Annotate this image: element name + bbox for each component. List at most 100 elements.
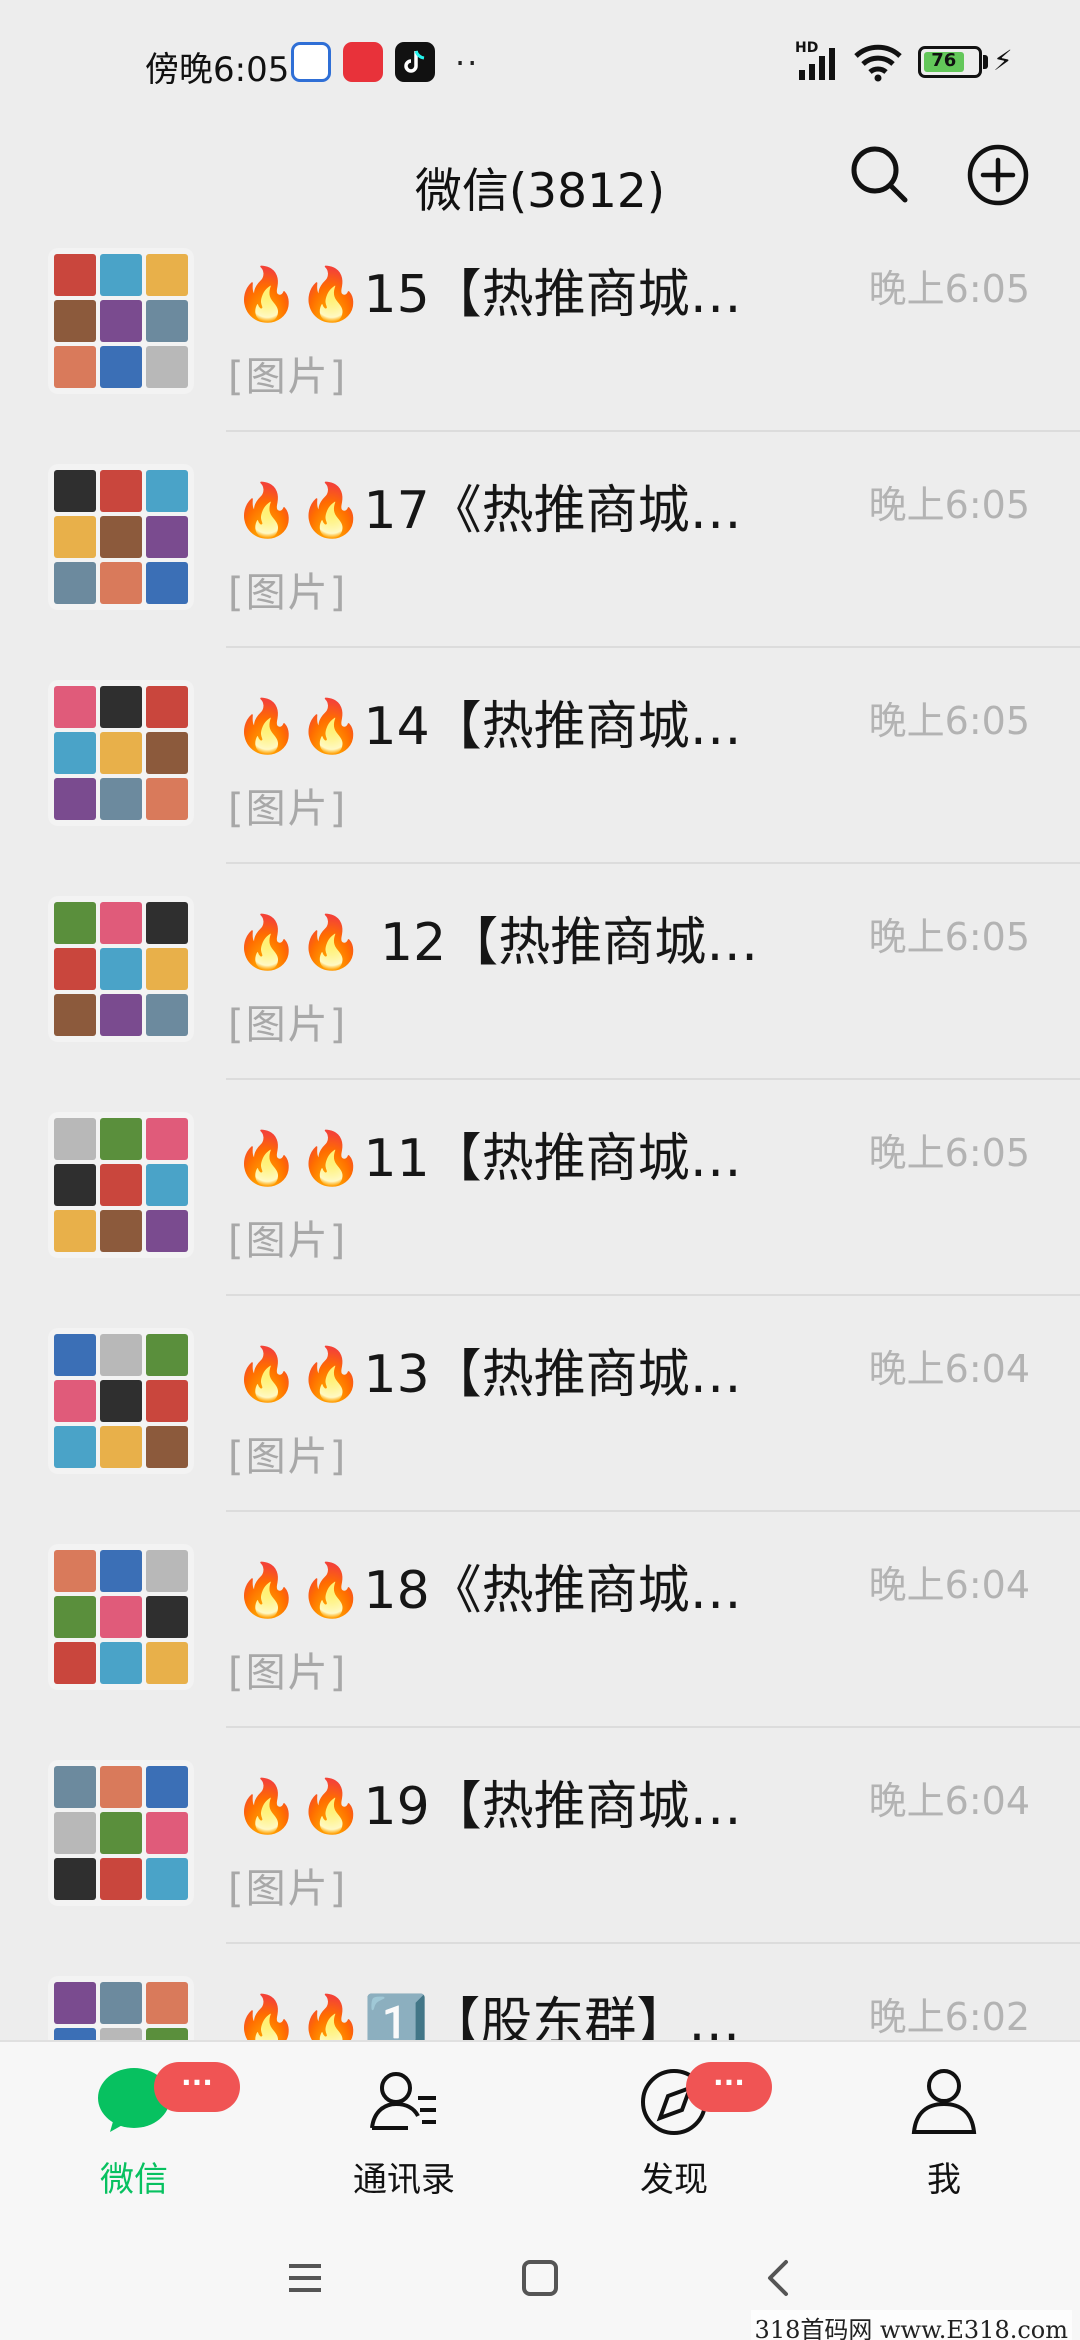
chat-time: 晚上6:05 — [868, 483, 1030, 527]
avatar-tile — [54, 686, 96, 728]
search-icon[interactable] — [845, 140, 915, 210]
plus-circle-icon[interactable] — [963, 140, 1033, 210]
avatar-tile — [100, 686, 142, 728]
group-avatar — [48, 1760, 194, 1906]
chat-list[interactable]: 🔥🔥15【热推商城… [图片] 晚上6:05 🔥🔥17《热推商城… [图片] 晚… — [0, 244, 1080, 2040]
signal-icon — [799, 48, 835, 80]
chat-item[interactable]: 🔥🔥19【热推商城… [图片] 晚上6:04 — [0, 1728, 1080, 1944]
chat-item[interactable]: 🔥🔥13【热推商城… [图片] 晚上6:04 — [0, 1296, 1080, 1512]
avatar-tile — [146, 686, 188, 728]
avatar-tile — [54, 1426, 96, 1468]
avatar-tile — [146, 562, 188, 604]
chat-name: 🔥🔥1️⃣【股东群】… — [234, 1993, 741, 2040]
chat-time: 晚上6:05 — [868, 915, 1030, 959]
avatar-tile — [146, 994, 188, 1036]
avatar-tile — [100, 1550, 142, 1592]
chat-name: 🔥🔥14【热推商城… — [234, 697, 742, 757]
chat-item[interactable]: 🔥🔥 12【热推商城… [图片] 晚上6:05 — [0, 864, 1080, 1080]
avatar-tile — [146, 470, 188, 512]
tab-me[interactable]: 我 — [844, 2042, 1044, 2212]
tab-chats[interactable]: ··· 微信 — [34, 2042, 240, 2212]
group-avatar — [48, 1976, 194, 2040]
avatar-tile — [54, 1642, 96, 1684]
avatar-tile — [100, 2028, 142, 2040]
avatar-tile — [54, 346, 96, 388]
title-bar: 微信(3812) — [0, 128, 1080, 244]
avatar-tile — [100, 778, 142, 820]
avatar-tile — [54, 562, 96, 604]
chat-name: 🔥🔥17《热推商城… — [234, 481, 742, 541]
avatar-tile — [146, 1334, 188, 1376]
chat-name: 🔥🔥11【热推商城… — [234, 1129, 742, 1189]
avatar-tile — [146, 300, 188, 342]
chat-last-message: [图片] — [228, 570, 348, 616]
avatar-tile — [54, 1164, 96, 1206]
group-avatar — [48, 1328, 194, 1474]
avatar-tile — [54, 994, 96, 1036]
avatar-tile — [100, 346, 142, 388]
avatar-tile — [54, 1858, 96, 1900]
avatar-tile — [100, 1982, 142, 2024]
avatar-tile — [54, 1766, 96, 1808]
avatar-tile — [146, 1982, 188, 2024]
avatar-tile — [54, 948, 96, 990]
avatar-tile — [100, 1210, 142, 1252]
chat-last-message: [图片] — [228, 1650, 348, 1696]
avatar-tile — [54, 1334, 96, 1376]
avatar-tile — [54, 470, 96, 512]
chat-item[interactable]: 🔥🔥14【热推商城… [图片] 晚上6:05 — [0, 648, 1080, 864]
tab-label: 通讯录 — [353, 2160, 455, 2200]
tab-label: 微信 — [100, 2160, 168, 2200]
chat-time: 晚上6:04 — [868, 1347, 1030, 1391]
avatar-tile — [54, 254, 96, 296]
chat-time: 晚上6:04 — [868, 1779, 1030, 1823]
chat-item[interactable]: 🔥🔥15【热推商城… [图片] 晚上6:05 — [0, 244, 1080, 432]
avatar-tile — [100, 732, 142, 774]
avatar-tile — [146, 1118, 188, 1160]
avatar-tile — [146, 346, 188, 388]
chat-name: 🔥🔥 12【热推商城… — [234, 913, 759, 973]
avatar-tile — [100, 948, 142, 990]
back-chevron-icon[interactable] — [750, 2248, 810, 2308]
avatar-tile — [54, 1812, 96, 1854]
avatar-tile — [54, 1210, 96, 1252]
chat-last-message: [图片] — [228, 1866, 348, 1912]
chat-time: 晚上6:05 — [868, 699, 1030, 743]
avatar-tile — [100, 1380, 142, 1422]
wifi-icon — [854, 44, 902, 82]
contacts-icon — [370, 2072, 436, 2130]
chat-last-message: [图片] — [228, 354, 348, 400]
chat-item[interactable]: 🔥🔥17《热推商城… [图片] 晚上6:05 — [0, 432, 1080, 648]
avatar-tile — [100, 1858, 142, 1900]
menu-icon[interactable] — [275, 2248, 335, 2308]
home-square-icon[interactable] — [510, 2248, 570, 2308]
chat-time: 晚上6:02 — [868, 1995, 1030, 2039]
chat-name: 🔥🔥13【热推商城… — [234, 1345, 742, 1405]
person-icon — [911, 2069, 977, 2134]
avatar-tile — [146, 948, 188, 990]
avatar-tile — [146, 1642, 188, 1684]
tab-discover[interactable]: ··· 发现 — [574, 2042, 774, 2212]
tab-contacts[interactable]: 通讯录 — [304, 2042, 504, 2212]
avatar-tile — [146, 1426, 188, 1468]
avatar-tile — [146, 2028, 188, 2040]
group-avatar — [48, 896, 194, 1042]
group-avatar — [48, 1112, 194, 1258]
avatar-tile — [146, 902, 188, 944]
avatar-tile — [54, 778, 96, 820]
avatar-tile — [100, 562, 142, 604]
chat-last-message: [图片] — [228, 1218, 348, 1264]
chat-item[interactable]: 🔥🔥1️⃣【股东群】… 晚上6:02 — [0, 1944, 1080, 2040]
douyin-app-icon — [395, 42, 435, 82]
avatar-tile — [146, 254, 188, 296]
chat-time: 晚上6:05 — [868, 1131, 1030, 1175]
battery-icon: 76 — [918, 46, 982, 78]
avatar-tile — [54, 516, 96, 558]
chat-item[interactable]: 🔥🔥11【热推商城… [图片] 晚上6:05 — [0, 1080, 1080, 1296]
avatar-tile — [100, 1642, 142, 1684]
avatar-tile — [100, 470, 142, 512]
sale-618-app-icon — [343, 42, 383, 82]
avatar-tile — [100, 1426, 142, 1468]
chat-item[interactable]: 🔥🔥18《热推商城… [图片] 晚上6:04 — [0, 1512, 1080, 1728]
avatar-tile — [100, 1164, 142, 1206]
